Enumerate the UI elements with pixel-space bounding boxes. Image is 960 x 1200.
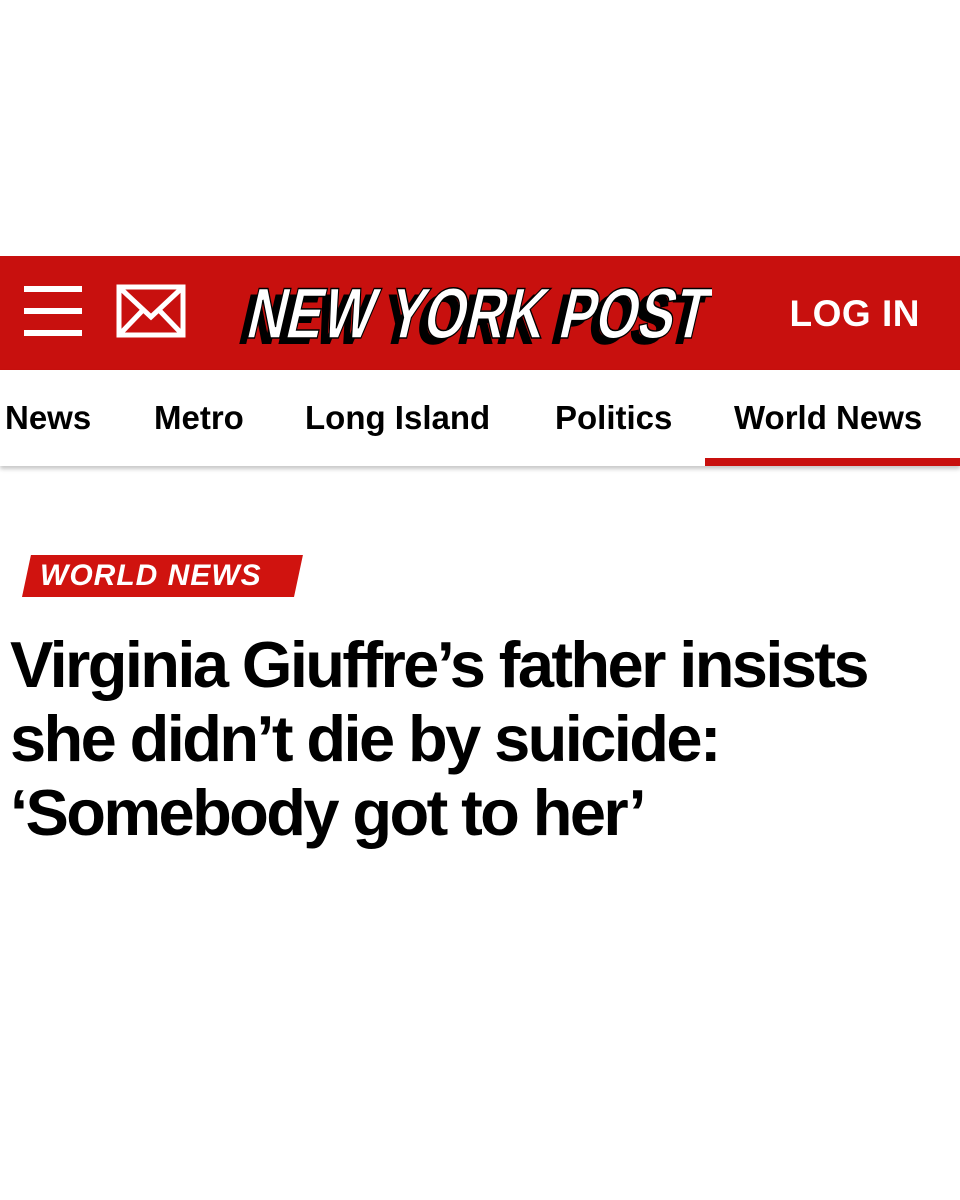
nav-item-news[interactable]: News — [5, 370, 91, 466]
nav-item-long-island[interactable]: Long Island — [305, 370, 490, 466]
nav-item-metro[interactable]: Metro — [154, 370, 244, 466]
envelope-icon[interactable] — [116, 284, 186, 338]
site-header: NEW YORK POST NEW YORK POST LOG IN — [0, 256, 960, 370]
active-tab-indicator — [705, 458, 960, 466]
login-button[interactable]: LOG IN — [790, 292, 920, 336]
nav-item-world-news[interactable]: World News — [734, 370, 922, 466]
hamburger-menu-icon[interactable] — [24, 286, 82, 338]
logo-text: NEW YORK POST — [240, 274, 712, 354]
section-tag[interactable]: WORLD NEWS — [40, 555, 262, 597]
article-headline[interactable]: Virginia Giuffre’s father insists she di… — [10, 628, 910, 850]
new-york-post-logo[interactable]: NEW YORK POST NEW YORK POST — [232, 270, 712, 356]
section-nav: News Metro Long Island Politics World Ne… — [0, 370, 960, 466]
nav-item-politics[interactable]: Politics — [555, 370, 672, 466]
